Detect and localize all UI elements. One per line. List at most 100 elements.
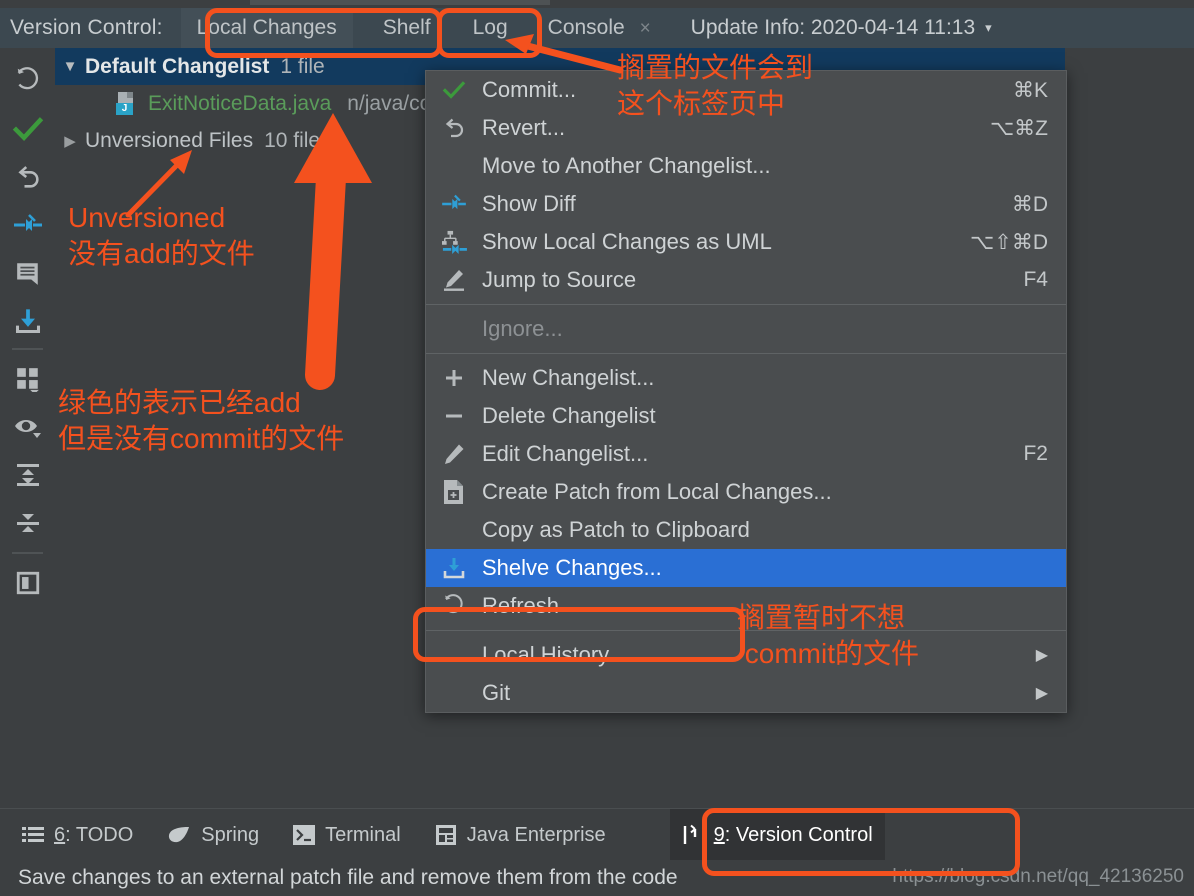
menu-separator xyxy=(426,304,1066,305)
menu-item-shelve-changes-label: Shelve Changes... xyxy=(482,555,662,580)
tool-button-java-enterprise[interactable]: Java Enterprise xyxy=(423,809,618,861)
menu-item-commit-label: Commit... xyxy=(482,77,577,102)
tool-button-java-enterprise-label: Java Enterprise xyxy=(466,823,606,846)
toolbar-divider-2 xyxy=(12,552,43,554)
java-icon-letter: J xyxy=(121,102,128,114)
commit-check-icon[interactable] xyxy=(0,108,55,150)
menu-item-commit-shortcut: ⌘K xyxy=(1012,78,1048,102)
chevron-down-icon[interactable]: ▼ xyxy=(55,58,85,75)
editor-tab-sliver xyxy=(250,0,550,5)
eye-preview-icon[interactable] xyxy=(0,406,55,448)
watermark-url: https://blog.csdn.net/qq_42136250 xyxy=(892,866,1184,887)
menu-item-revert[interactable]: Revert... ⌥⌘Z xyxy=(426,109,1066,147)
revert-icon[interactable] xyxy=(0,156,55,198)
menu-item-show-diff[interactable]: Show Diff ⌘D xyxy=(426,185,1066,223)
tab-console[interactable]: Console × xyxy=(532,8,667,48)
spring-leaf-icon xyxy=(167,825,191,845)
tool-button-terminal[interactable]: Terminal xyxy=(281,809,413,861)
group-by-icon[interactable] xyxy=(0,358,55,400)
chevron-right-icon[interactable]: ▶ xyxy=(55,132,85,150)
tool-button-todo-label: : TODO xyxy=(65,823,134,846)
green-check-icon xyxy=(426,78,482,102)
unversioned-file-count: 10 files xyxy=(264,128,331,152)
menu-item-show-diff-label: Show Diff xyxy=(482,191,576,216)
tab-log-label: Log xyxy=(472,16,508,39)
menu-item-shelve-changes[interactable]: Shelve Changes... xyxy=(426,549,1066,587)
minus-icon xyxy=(426,404,482,428)
menu-item-git[interactable]: Git ▶ xyxy=(426,674,1066,712)
menu-item-show-diff-shortcut: ⌘D xyxy=(1011,192,1048,216)
menu-item-local-history[interactable]: Local History ▶ xyxy=(426,636,1066,674)
uml-icon xyxy=(426,230,482,254)
menu-item-uml-label: Show Local Changes as UML xyxy=(482,229,772,254)
tab-log[interactable]: Log xyxy=(457,8,524,48)
submenu-arrow-icon-2: ▶ xyxy=(1035,685,1048,702)
menu-item-move-label: Move to Another Changelist... xyxy=(482,153,771,178)
shelve-icon[interactable] xyxy=(0,300,55,342)
tab-local-changes-label: Local Changes xyxy=(196,16,337,39)
menu-item-jump-shortcut: F4 xyxy=(1023,268,1048,291)
tab-shelf-label: Shelf xyxy=(382,16,431,39)
menu-item-ignore-label: Ignore... xyxy=(482,316,563,341)
todo-list-icon xyxy=(22,826,44,844)
close-icon[interactable]: × xyxy=(640,18,651,39)
menu-item-show-local-changes-as-uml[interactable]: Show Local Changes as UML ⌥⇧⌘D xyxy=(426,223,1066,261)
menu-item-new-changelist-label: New Changelist... xyxy=(482,365,655,390)
menu-item-create-patch-label: Create Patch from Local Changes... xyxy=(482,479,832,504)
menu-item-refresh[interactable]: Refresh xyxy=(426,587,1066,625)
menu-item-commit[interactable]: Commit... ⌘K xyxy=(426,71,1066,109)
menu-item-refresh-label: Refresh xyxy=(482,593,560,618)
menu-item-edit-changelist-shortcut: F2 xyxy=(1023,442,1048,465)
menu-item-jump-to-source[interactable]: Jump to Source F4 xyxy=(426,261,1066,299)
tool-button-todo[interactable]: 6: TODO xyxy=(10,809,145,861)
version-control-tabbar: Version Control: Local Changes Shelf Log… xyxy=(0,8,1194,48)
changelist-file-count: 1 file xyxy=(280,54,325,78)
version-control-toolbar xyxy=(0,48,55,808)
menu-item-jump-label: Jump to Source xyxy=(482,267,637,292)
local-changes-context-menu: Commit... ⌘K Revert... ⌥⌘Z Move to Anoth… xyxy=(425,70,1067,713)
menu-item-ignore[interactable]: Ignore... xyxy=(426,310,1066,348)
comment-icon[interactable] xyxy=(0,252,55,294)
collapse-all-icon[interactable] xyxy=(0,502,55,544)
java-enterprise-icon xyxy=(435,824,457,846)
menu-item-delete-changelist[interactable]: Delete Changelist xyxy=(426,397,1066,435)
ide-version-control-window: Version Control: Local Changes Shelf Log… xyxy=(0,0,1194,896)
chevron-down-icon[interactable]: ▾ xyxy=(985,20,992,36)
refresh-icon xyxy=(426,594,482,618)
status-bar-text: Save changes to an external patch file a… xyxy=(18,866,678,889)
expand-all-icon[interactable] xyxy=(0,454,55,496)
tool-button-version-control[interactable]: 9: Version Control xyxy=(669,809,885,861)
tool-button-todo-num: 6 xyxy=(54,823,66,846)
show-diff-icon[interactable] xyxy=(0,204,55,246)
menu-item-local-history-label: Local History xyxy=(482,642,610,667)
tool-button-version-control-label: : Version Control xyxy=(724,823,873,846)
tool-button-spring[interactable]: Spring xyxy=(155,809,271,861)
version-control-label: Version Control: xyxy=(10,16,163,39)
pencil-icon xyxy=(426,442,482,466)
tool-button-spring-label: Spring xyxy=(201,823,260,846)
tab-console-label: Console xyxy=(547,16,625,39)
tool-window-bar: 6: TODO Spring Terminal Java Enterprise … xyxy=(0,808,1194,861)
toggle-panel-icon[interactable] xyxy=(0,562,55,604)
diff-arrows-icon xyxy=(426,193,482,215)
menu-item-create-patch[interactable]: Create Patch from Local Changes... xyxy=(426,473,1066,511)
refresh-icon[interactable] xyxy=(0,60,55,102)
menu-item-edit-changelist[interactable]: Edit Changelist... F2 xyxy=(426,435,1066,473)
menu-item-delete-changelist-label: Delete Changelist xyxy=(482,403,656,428)
file-name-label: ExitNoticeData.java xyxy=(148,91,332,115)
plus-icon xyxy=(426,366,482,390)
tab-local-changes[interactable]: Local Changes xyxy=(180,8,353,48)
terminal-icon xyxy=(293,825,316,845)
version-control-branch-icon xyxy=(682,824,704,846)
menu-separator-3 xyxy=(426,630,1066,631)
menu-item-copy-as-patch[interactable]: Copy as Patch to Clipboard xyxy=(426,511,1066,549)
tool-button-terminal-label: Terminal xyxy=(325,823,401,846)
tab-shelf[interactable]: Shelf xyxy=(367,8,447,48)
editor-tab-strip-partial xyxy=(0,0,1194,8)
revert-arrow-icon xyxy=(426,116,482,140)
unversioned-files-label: Unversioned Files xyxy=(85,128,254,152)
menu-item-new-changelist[interactable]: New Changelist... xyxy=(426,359,1066,397)
menu-item-copy-as-patch-label: Copy as Patch to Clipboard xyxy=(482,517,750,542)
menu-item-move-to-another-changelist[interactable]: Move to Another Changelist... xyxy=(426,147,1066,185)
toolbar-divider xyxy=(12,348,43,350)
